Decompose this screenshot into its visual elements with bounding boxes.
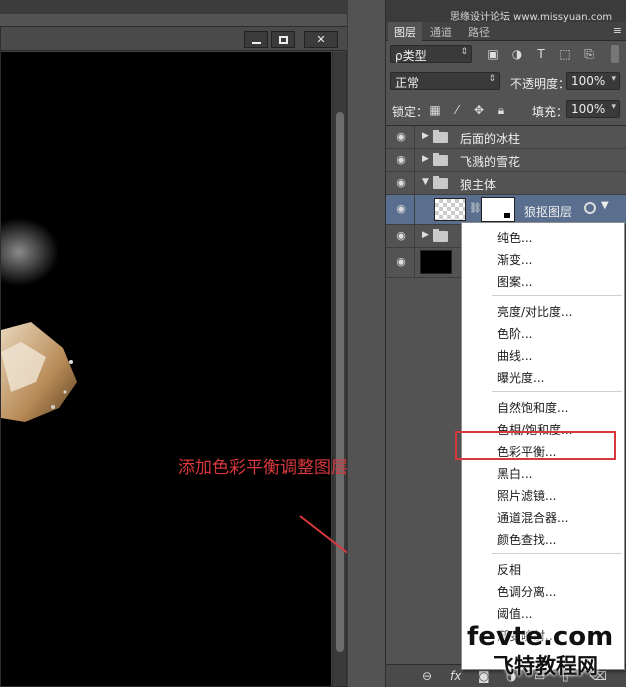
eye-icon[interactable]: ◉ [394,230,408,242]
fx-icon[interactable]: fx [450,669,461,683]
panel-header-strip: 思缘设计论坛 www.missyuan.com [386,0,626,23]
lock-row: 锁定： ▦ ⁄ ✥ 🔒︎ 填充： 100% ▾ [386,100,626,122]
smart-object-filter-icon[interactable]: ⎘ [582,47,596,61]
menu-item[interactable]: 反相 [497,561,521,578]
menu-item[interactable]: 亮度/对比度... [497,303,573,320]
pixel-filter-icon[interactable]: ▣ [486,47,500,61]
menu-item[interactable]: 自然饱和度... [497,399,568,416]
tab-channels[interactable]: 通道 [424,22,458,41]
eye-icon[interactable]: ◉ [394,256,408,268]
layer-name: 狼主体 [460,178,497,192]
shape-filter-icon[interactable]: ⬚ [558,47,572,61]
panel-gutter [347,0,385,687]
layer-thumbnail [420,250,452,274]
menu-item[interactable]: 图案... [497,273,532,290]
layer-thumbnail [434,198,466,221]
menu-item[interactable]: 色调分离... [497,583,556,600]
highlight-box [455,431,616,460]
layer-mask-thumbnail[interactable] [481,197,515,222]
lock-label: 锁定： [392,105,429,119]
lock-move-icon[interactable]: ✥ [472,103,486,117]
folder-icon [433,153,448,166]
chevron-down-icon: ▾ [611,74,616,84]
menu-item[interactable]: 照片滤镜... [497,487,556,504]
lock-all-icon[interactable]: 🔒︎ [494,103,508,117]
opacity-value: 100% [571,74,606,88]
layer-row-selected[interactable]: ◉ ⛓ 狼抠图层 ▼ [386,195,626,225]
filter-row: ρ类型 ⇕ ▣ ◑ T ⬚ ⎘ [386,42,626,66]
filter-dropdown[interactable]: ρ类型 ⇕ [390,45,472,63]
type-filter-icon[interactable]: T [534,47,548,61]
menu-item[interactable]: 曝光度... [497,369,544,386]
menu-item[interactable]: 色阶... [497,325,532,342]
collapse-triangle-icon[interactable]: ▼ [422,177,429,187]
tab-paths[interactable]: 路径 [462,22,496,41]
menu-item[interactable]: 渐变... [497,251,532,268]
layer-row[interactable]: ◉ ▶ 后面的冰柱 [386,126,626,149]
lock-brush-icon[interactable]: ⁄ [450,103,464,117]
filter-value: ρ类型 [395,49,427,63]
layer-row[interactable]: ◉ ▶ 飞溅的雪花 [386,149,626,172]
filter-toggle[interactable] [611,45,619,63]
smart-filter-icon[interactable] [584,202,596,214]
tab-layers[interactable]: 图层 [388,22,422,41]
mask-icon[interactable]: ◙ [478,669,490,683]
watermark-text: 思缘设计论坛 www.missyuan.com [450,12,613,23]
menu-separator [492,391,622,392]
fill-label: 填充： [532,105,569,119]
chevron-down-icon: ⇕ [460,47,468,57]
panel-menu-icon[interactable]: ≡ [613,24,622,37]
site-watermark-en: fevte.com [467,622,614,652]
menu-item[interactable]: 阈值... [497,605,532,622]
chevron-down-icon: ⇕ [488,74,496,84]
layer-row[interactable]: ◉ ▼ 狼主体 [386,172,626,195]
fill-value: 100% [571,102,606,116]
eye-icon[interactable]: ◉ [394,131,408,143]
menu-item[interactable]: 曲线... [497,347,532,364]
layer-name: 飞溅的雪花 [460,155,521,169]
layer-options-icon[interactable]: ▼ [601,200,609,211]
blend-mode-dropdown[interactable]: 正常 ⇕ [390,72,500,90]
photoshop-workspace: ✕ 添加色彩平衡调整图层 思缘设计论坛 www.missyuan.com 图层 … [0,0,626,687]
adjustment-filter-icon[interactable]: ◑ [510,47,524,61]
menu-separator [492,295,622,296]
opacity-field[interactable]: 100% ▾ [566,72,620,90]
expand-triangle-icon[interactable]: ▶ [422,230,429,240]
eye-icon[interactable]: ◉ [394,203,408,215]
menu-separator [492,553,622,554]
menu-item[interactable]: 纯色... [497,229,532,246]
link-icon[interactable]: ⛓ [469,203,482,214]
fill-field[interactable]: 100% ▾ [566,100,620,118]
expand-triangle-icon[interactable]: ▶ [422,154,429,164]
chevron-down-icon: ▾ [611,102,616,112]
lock-transparency-icon[interactable]: ▦ [428,103,442,117]
folder-icon [433,229,448,242]
layer-name: 狼抠图层 [524,205,573,219]
expand-triangle-icon[interactable]: ▶ [422,131,429,141]
menu-item[interactable]: 通道混合器... [497,509,568,526]
panel-tabs: 图层 通道 路径 [386,22,626,41]
menu-item[interactable]: 颜色查找... [497,531,556,548]
menu-item[interactable]: 黑白... [497,465,532,482]
opacity-label: 不透明度： [510,77,571,91]
blend-mode-value: 正常 [395,76,420,90]
eye-icon[interactable]: ◉ [394,154,408,166]
link-icon[interactable]: ⊖ [422,669,432,683]
blend-row: 正常 ⇕ 不透明度： 100% ▾ [386,72,626,94]
folder-open-icon [433,176,448,189]
folder-icon [433,130,448,143]
layer-name: 后面的冰柱 [460,132,521,146]
eye-icon[interactable]: ◉ [394,177,408,189]
site-watermark-cn: 飞特教程网 [493,654,598,678]
